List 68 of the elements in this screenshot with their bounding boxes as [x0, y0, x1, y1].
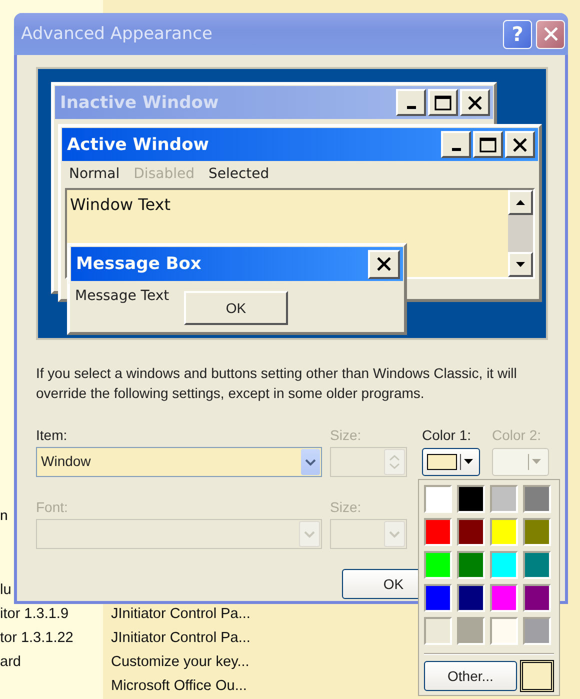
window-title: Active Window	[67, 134, 209, 154]
color-swatch[interactable]	[523, 617, 551, 645]
color-swatch[interactable]	[457, 584, 485, 612]
menu-item[interactable]: Normal	[69, 166, 120, 182]
dropdown-value: Window	[40, 452, 92, 471]
color-swatch[interactable]	[490, 617, 518, 645]
color-swatch[interactable]	[490, 518, 518, 546]
color-swatch[interactable]	[457, 551, 485, 579]
color-swatch[interactable]	[457, 485, 485, 513]
color-button[interactable]	[422, 448, 480, 476]
list-item-text[interactable]: Microsoft Office Ou...	[111, 678, 247, 694]
other-button[interactable]: Other...	[424, 661, 517, 691]
info-text: If you select a windows and buttons setting other than Windows Classic, it will override the following settings, except in some older programs.	[36, 364, 518, 403]
window-text: Window Text	[70, 195, 171, 214]
chevron-icon	[304, 530, 315, 538]
list-item-text[interactable]: itor 1.3.1.9	[0, 606, 69, 622]
up-arrow-icon	[516, 200, 525, 205]
list-item-text[interactable]: ard	[0, 654, 21, 670]
close-icon	[542, 26, 558, 42]
maximize-icon	[434, 94, 452, 110]
scroll-up-button[interactable]	[508, 190, 533, 215]
close-icon	[512, 136, 528, 152]
list-item-text[interactable]: Customize your key...	[111, 654, 250, 670]
color-swatch[interactable]	[490, 584, 518, 612]
message-text: Message Text	[75, 288, 170, 304]
color-swatch[interactable]	[424, 485, 452, 513]
caret-icon	[532, 459, 541, 465]
color-swatch[interactable]	[457, 518, 485, 546]
window-title: Advanced Appearance	[21, 24, 212, 44]
minimize-icon	[406, 106, 416, 108]
color-swatch[interactable]	[523, 518, 551, 546]
dropdown[interactable]: Window	[36, 447, 322, 477]
minimize-icon	[452, 148, 460, 150]
color-swatch[interactable]	[424, 617, 452, 645]
color-swatch[interactable]	[490, 551, 518, 579]
close-icon	[467, 94, 483, 110]
spin-arrows-icon	[389, 454, 400, 470]
field-label: Size:	[330, 427, 362, 445]
color-swatch[interactable]	[523, 584, 551, 612]
color-swatch[interactable]	[490, 485, 518, 513]
field-label: Item:	[36, 427, 68, 445]
list-text: n	[0, 507, 8, 523]
list-item-text[interactable]: lu	[0, 582, 12, 598]
chevron-icon	[389, 530, 400, 538]
close-icon	[376, 256, 392, 272]
maximize-icon	[479, 136, 497, 152]
color-swatch[interactable]	[457, 617, 485, 645]
chevron-icon	[305, 458, 316, 466]
window-title: Message Box	[76, 254, 202, 274]
menu-item[interactable]: Selected	[208, 166, 270, 182]
window-title: Inactive Window	[60, 92, 219, 112]
field-label: Color 1:	[422, 427, 472, 445]
color-swatch[interactable]	[424, 518, 452, 546]
list-item-text[interactable]: JInitiator Control Pa...	[111, 606, 250, 622]
color-swatch[interactable]	[424, 584, 452, 612]
list-item-text[interactable]: JInitiator Control Pa...	[111, 630, 250, 646]
list-item-text[interactable]: tor 1.3.1.22	[0, 630, 74, 646]
ok-button[interactable]: OK	[184, 291, 288, 325]
field-label: Color 2:	[492, 427, 542, 445]
field-label: Font:	[36, 499, 69, 517]
color-swatch[interactable]	[523, 485, 551, 513]
color-swatch[interactable]	[523, 551, 551, 579]
close-button[interactable]	[536, 20, 565, 48]
down-arrow-icon	[516, 262, 525, 268]
caret-icon	[464, 459, 473, 465]
scroll-down-button[interactable]	[508, 252, 533, 277]
color-swatch[interactable]	[424, 551, 452, 579]
field-label: Size:	[330, 499, 362, 517]
